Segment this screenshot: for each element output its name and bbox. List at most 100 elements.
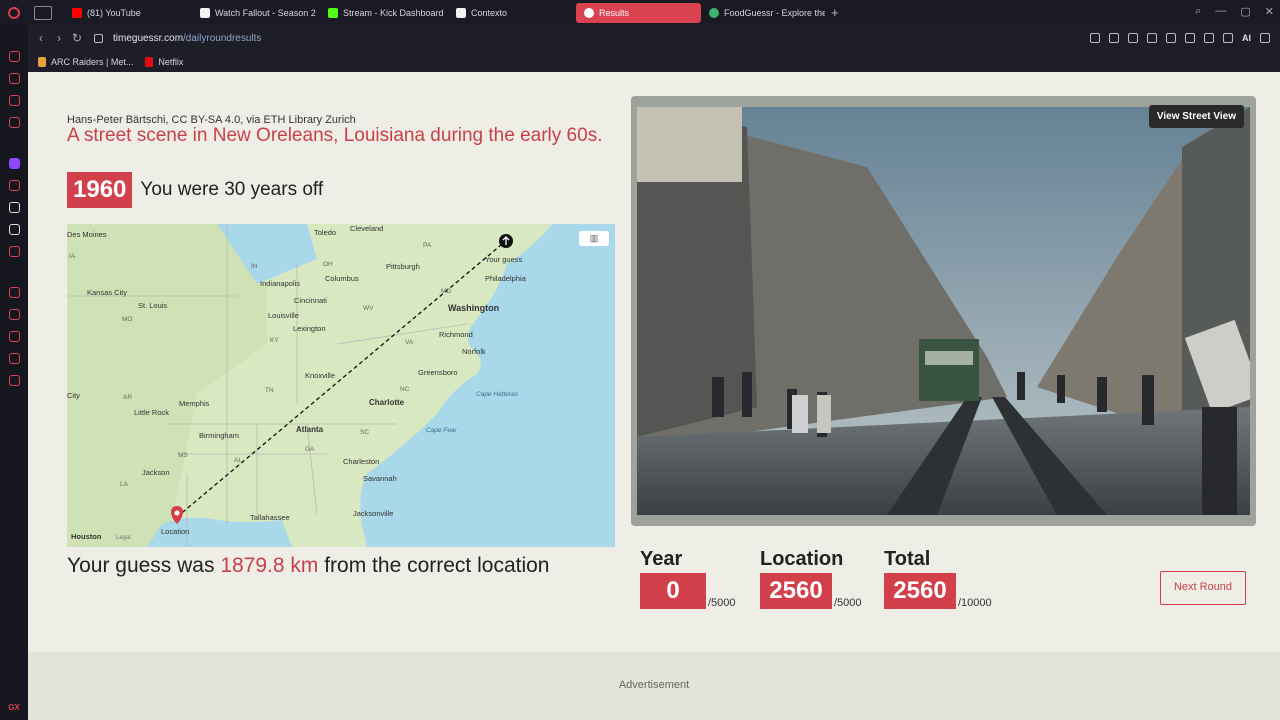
street-photo	[637, 107, 1250, 515]
contexto-icon	[456, 7, 466, 18]
state-label: AL	[234, 457, 242, 464]
maximize-icon[interactable]: ▢	[1240, 5, 1250, 18]
correct-year: 1960	[67, 172, 133, 208]
state-label: WV	[363, 305, 374, 312]
state-label: AR	[123, 394, 132, 401]
city-label: Charleston	[343, 457, 379, 466]
results-page: Hans-Peter Bärtschi, CC BY-SA 4.0, via E…	[28, 72, 1280, 720]
distance-text: Your guess was 1879.8 km from the correc…	[67, 554, 549, 578]
close-icon[interactable]: ✕	[1265, 5, 1274, 18]
url-field[interactable]: timeguessr.com/dailyroundresults	[113, 33, 261, 44]
city-label: Washington	[448, 303, 499, 313]
photo-frame: View Street View	[631, 96, 1256, 526]
guess-label: Your guess	[485, 255, 523, 264]
year-result: 1960 You were 30 years off	[67, 172, 323, 208]
history-icon[interactable]	[8, 331, 20, 342]
play-icon[interactable]	[1147, 33, 1157, 43]
tab-kick[interactable]: Stream - Kick Dashboard	[320, 3, 448, 23]
snapshot-icon[interactable]	[1109, 33, 1119, 43]
pinboard-icon[interactable]	[8, 309, 20, 320]
tiktok-icon[interactable]	[8, 202, 20, 213]
tab-contexto[interactable]: Contexto	[448, 3, 576, 23]
water-label: Cape Hatteras	[476, 391, 519, 398]
city-label: Birmingham	[199, 431, 239, 440]
youtube-music-icon[interactable]	[8, 246, 20, 257]
twitch-icon[interactable]	[8, 158, 20, 169]
instagram-icon[interactable]	[8, 180, 20, 191]
account-icon[interactable]	[1204, 33, 1214, 43]
x-icon[interactable]	[8, 224, 20, 235]
settings-icon[interactable]	[8, 375, 20, 386]
score-label: Total	[884, 548, 931, 570]
tab-results[interactable]: Results	[576, 2, 701, 23]
kick-icon	[328, 7, 338, 18]
menu-icon[interactable]	[1260, 33, 1270, 43]
advertisement-label: Advertisement	[618, 679, 690, 691]
score-value: 2560	[760, 573, 832, 609]
youtube-icon	[72, 7, 82, 18]
search-tabs-icon[interactable]: ⌕	[1195, 5, 1201, 18]
view-street-view-button[interactable]: View Street View	[1148, 105, 1244, 128]
hot-tabs-icon[interactable]	[8, 95, 20, 106]
gx-control-icon[interactable]	[8, 51, 20, 62]
tab-fallout[interactable]: Watch Fallout - Season 2	[192, 3, 320, 23]
mail-icon[interactable]	[8, 117, 20, 128]
heart-icon[interactable]	[1166, 33, 1176, 43]
new-tab-icon[interactable]: +	[831, 5, 839, 20]
tab-bar: (81) YouTube Watch Fallout - Season 2 St…	[0, 0, 1280, 25]
state-label: GA	[305, 446, 315, 453]
scene-title: A street scene in New Oreleans, Louisian…	[67, 125, 603, 146]
city-label: Des Moines	[67, 230, 107, 239]
gx-label: GX	[8, 703, 20, 712]
score-max: /10000	[958, 597, 992, 609]
next-round-button[interactable]: Next Round	[1160, 571, 1246, 605]
score-max: /5000	[708, 597, 736, 609]
city-label: Norfolk	[462, 347, 486, 356]
state-label: KY	[270, 337, 279, 344]
download-icon[interactable]	[1223, 33, 1233, 43]
state-label: MD	[441, 288, 451, 295]
gx-corner-icon[interactable]	[8, 73, 20, 84]
vpn-icon[interactable]	[1128, 33, 1138, 43]
state-label: LA	[120, 481, 129, 488]
extensions-puzzle-icon[interactable]	[1185, 33, 1195, 43]
lock-icon	[94, 33, 103, 43]
city-label: Atlanta	[296, 425, 324, 434]
url-host: timeguessr.com	[113, 32, 184, 44]
opera-menu-icon[interactable]	[0, 0, 28, 25]
state-label: NC	[400, 386, 410, 393]
forward-icon[interactable]: ›	[50, 31, 68, 45]
tab-foodguessr[interactable]: FoodGuessr - Explore the	[701, 3, 825, 23]
result-map[interactable]: Des Moines Toledo Cleveland Indianapolis…	[67, 224, 615, 547]
state-label: SC	[360, 429, 369, 436]
reload-icon[interactable]: ↻	[68, 31, 86, 45]
city-label: Indianapolis	[260, 279, 300, 288]
netflix-icon	[145, 56, 154, 67]
bookmark-arc-raiders[interactable]: ARC Raiders | Met...	[38, 56, 133, 67]
address-bar: ‹ › ↻ timeguessr.com/dailyroundresults A…	[28, 25, 1280, 51]
back-icon[interactable]: ‹	[32, 31, 50, 45]
tab-youtube[interactable]: (81) YouTube	[64, 3, 192, 23]
city-label: Tallahassee	[250, 513, 290, 522]
distance-value: 1879.8 km	[220, 554, 319, 577]
state-label: MO	[122, 316, 132, 323]
city-label: Cincinnati	[294, 296, 327, 305]
player-icon[interactable]	[8, 287, 20, 298]
map-style-button[interactable]: ▥	[579, 231, 609, 246]
extensions-icon[interactable]	[8, 353, 20, 364]
city-label: Memphis	[179, 399, 210, 408]
city-label: Kansas City	[87, 288, 127, 297]
score-total: Total 2560 /10000	[884, 548, 992, 609]
ai-button[interactable]: AI	[1242, 33, 1251, 43]
pin-icon[interactable]	[1090, 33, 1100, 43]
tab-label: Stream - Kick Dashboard	[343, 7, 444, 18]
city-label: Jacksonville	[353, 509, 393, 518]
workspaces-icon[interactable]	[34, 5, 52, 20]
city-label: Toledo	[314, 228, 336, 237]
score-label: Year	[640, 548, 683, 570]
bookmark-netflix[interactable]: Netflix	[145, 56, 183, 67]
tab-label: FoodGuessr - Explore the	[724, 7, 825, 18]
city-label: Richmond	[439, 330, 473, 339]
legal-link[interactable]: Legal	[116, 535, 131, 541]
minimize-icon[interactable]: —	[1215, 5, 1226, 18]
